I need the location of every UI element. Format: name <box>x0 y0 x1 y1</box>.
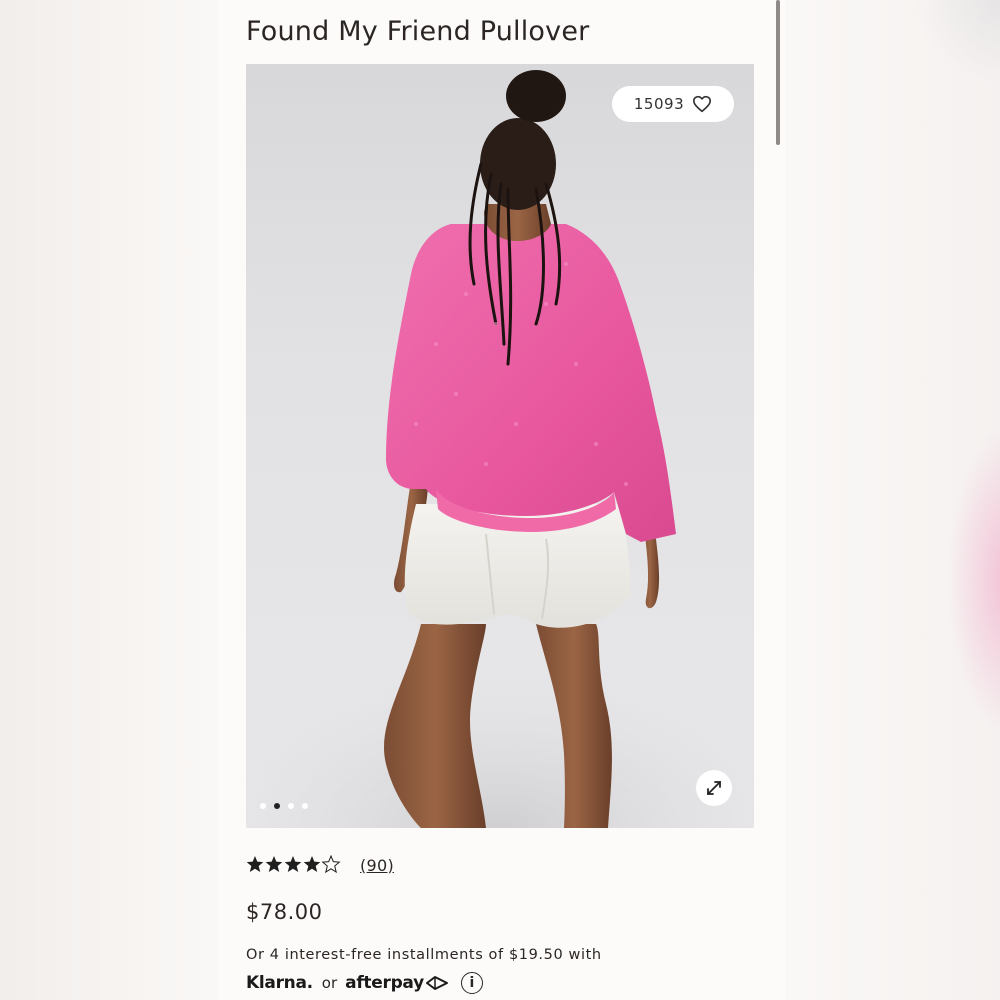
carousel-dot[interactable] <box>288 803 294 809</box>
installments-text: Or 4 interest-free installments of $19.5… <box>246 947 602 963</box>
stars-icon <box>246 855 340 873</box>
carousel-dot[interactable] <box>260 803 266 809</box>
reviews-link[interactable]: (90) <box>360 856 394 875</box>
scrollbar[interactable] <box>776 0 780 145</box>
heart-icon <box>693 95 712 113</box>
like-count: 15093 <box>633 95 685 113</box>
backdrop-right-top <box>785 0 1000 300</box>
afterpay-arrows-icon <box>425 976 448 990</box>
klarna-logo[interactable]: Klarna. <box>246 973 313 993</box>
backdrop-left <box>0 0 218 1000</box>
expand-image-button[interactable] <box>696 770 732 806</box>
carousel-dot-active[interactable] <box>274 803 280 809</box>
rating[interactable]: (90) <box>246 855 394 875</box>
star-rating <box>246 855 342 875</box>
carousel-dot[interactable] <box>302 803 308 809</box>
afterpay-logo[interactable]: afterpay <box>345 973 424 993</box>
product-price: $78.00 <box>246 900 323 924</box>
product-title: Found My Friend Pullover <box>246 16 590 47</box>
info-icon[interactable]: i <box>460 972 483 994</box>
product-image[interactable] <box>246 64 754 828</box>
payment-options: Klarna. or afterpay i <box>246 968 483 998</box>
payment-or: or <box>321 974 338 992</box>
carousel-dots[interactable] <box>260 803 308 809</box>
expand-arrows-icon <box>707 781 721 795</box>
like-button[interactable]: 15093 <box>612 86 734 122</box>
model-illustration <box>246 70 754 828</box>
